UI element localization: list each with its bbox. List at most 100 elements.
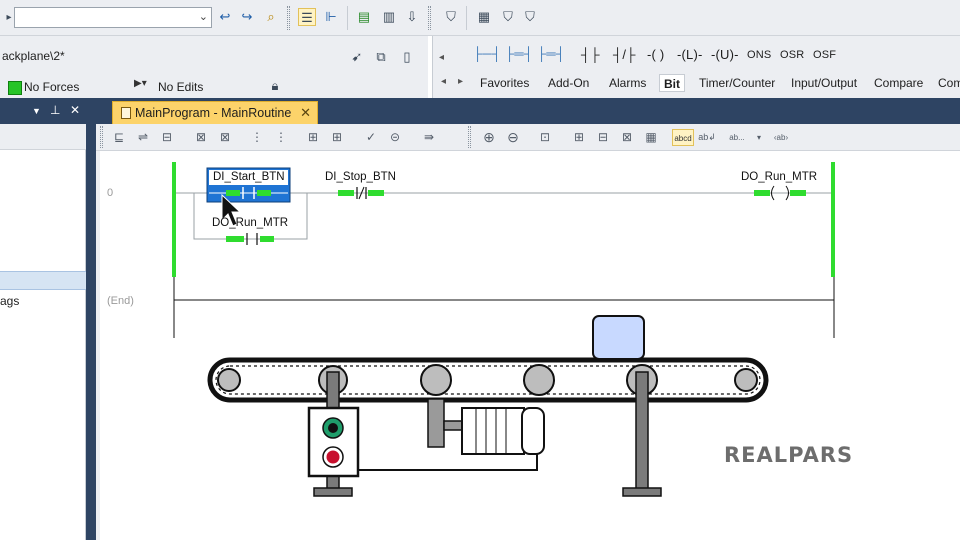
end-rung-label: (End) <box>107 295 134 307</box>
cancel-edits-icon[interactable]: ⊝ <box>386 129 404 146</box>
tabs-scroll-right-icon[interactable]: ▸ <box>458 76 463 87</box>
tab-favorites[interactable]: Favorites <box>476 74 533 92</box>
doc-icon[interactable]: ▥ <box>380 8 398 26</box>
xic-icon[interactable]: ┤├ <box>581 47 600 62</box>
pane-splitter[interactable] <box>86 98 96 540</box>
toolbar-grip[interactable] <box>287 6 290 30</box>
otu-icon[interactable]: -(U)- <box>711 47 739 62</box>
properties-icon[interactable]: ⊠ <box>618 129 636 146</box>
pin-icon[interactable]: ⊥ <box>50 103 60 117</box>
start-contact-tag[interactable]: DI_Start_BTN <box>213 171 285 183</box>
zoom-out-icon[interactable]: ⊖ <box>504 129 522 146</box>
cancel-rung-icon[interactable]: ⊠ <box>216 129 234 146</box>
tab-title: MainProgram - MainRoutine <box>135 106 292 120</box>
close-tab-icon[interactable]: ✕ <box>300 102 311 124</box>
palette-ins-osf[interactable]: OSF <box>813 49 836 61</box>
forces-dropdown-icon[interactable]: ▶▾ <box>134 78 147 89</box>
routine-combo[interactable]: ⌄ <box>14 7 212 28</box>
edits-status[interactable]: No Edits <box>158 78 258 96</box>
assemble-icon[interactable]: ✓ <box>362 129 380 146</box>
toolbar-grip[interactable] <box>100 126 103 148</box>
doc-check-icon[interactable]: ▤ <box>355 8 373 26</box>
tab-add-on[interactable]: Add-On <box>544 74 593 92</box>
controller-path-bar: ackplane\2* ➹ ⧉ ▯ <box>0 36 428 76</box>
chevron-down-icon: ⌄ <box>198 11 208 23</box>
display-mode-icon[interactable]: ab... <box>724 129 750 146</box>
forces-label: No Forces <box>24 80 80 94</box>
realpars-logo: REALPARS <box>724 443 854 467</box>
search-icon[interactable]: ⌕ <box>262 8 280 26</box>
download-icon[interactable]: ⇩ <box>403 8 421 26</box>
tab-alarms[interactable]: Alarms <box>605 74 650 92</box>
edit-rung-2-icon[interactable]: ⋮ <box>272 129 290 146</box>
edit-rung-icon[interactable]: ⋮ <box>248 129 266 146</box>
branch-insert-icon[interactable]: ⇌ <box>134 129 152 146</box>
seal-contact-tag[interactable]: DO_Run_MTR <box>212 217 288 229</box>
editor-gutter <box>96 151 100 540</box>
palette-scroll-left-icon[interactable]: ◂ <box>439 52 444 63</box>
tag-address-icon[interactable]: ab↲ <box>698 129 716 146</box>
toolbar-grip[interactable] <box>428 6 431 30</box>
ote-icon[interactable]: -( ) <box>647 47 664 62</box>
network-icon[interactable]: ⧉ <box>372 48 390 66</box>
edits-label: No Edits <box>158 80 204 94</box>
otl-icon[interactable]: -(L)- <box>677 47 703 62</box>
document-tabstrip: MainProgram - MainRoutine ✕ <box>96 98 960 124</box>
toolbar-grip[interactable] <box>468 126 471 148</box>
tree-icon[interactable]: ⊩ <box>322 8 340 26</box>
module-icon[interactable]: ▯ <box>398 48 416 66</box>
separator <box>466 6 467 30</box>
palette-ins-osr[interactable]: OSR <box>780 49 804 61</box>
print-icon[interactable]: ▦ <box>642 129 660 146</box>
tab-input-output[interactable]: Input/Output <box>787 74 861 92</box>
tabs-scroll-left-icon[interactable]: ◂ <box>441 76 446 87</box>
branch-level-icon[interactable]: ⊟ <box>158 129 176 146</box>
chevron-down-icon[interactable]: ▾ <box>750 129 768 146</box>
tag-description-icon[interactable]: abcd <box>672 129 694 146</box>
test-edits-icon[interactable]: ⊞ <box>304 129 322 146</box>
coil-tag[interactable]: DO_Run_MTR <box>741 171 817 183</box>
tab-bit[interactable]: Bit <box>659 74 685 92</box>
rung-icon[interactable]: ├═┤ <box>505 46 533 61</box>
branch-icon[interactable]: ├─┤ <box>473 46 501 61</box>
accept-rung-icon[interactable]: ⊠ <box>192 129 210 146</box>
find-icon[interactable]: ↪ <box>238 8 256 26</box>
tag-browse-icon[interactable]: ⊞ <box>570 129 588 146</box>
rung-number[interactable]: 0 <box>107 187 113 199</box>
pane-menu-icon[interactable]: ▼ <box>32 106 41 116</box>
go-to-icon[interactable]: ↩ <box>216 8 234 26</box>
verify-icon[interactable]: ☰ <box>298 8 316 26</box>
tab-main-routine[interactable]: MainProgram - MainRoutine ✕ <box>112 101 318 124</box>
separator <box>347 6 348 30</box>
untest-edits-icon[interactable]: ⊞ <box>328 129 346 146</box>
symbols-icon[interactable]: ‹ab› <box>770 129 792 146</box>
palette-ins-ons[interactable]: ONS <box>747 49 771 61</box>
rung-insert-icon[interactable]: ⊑ <box>110 129 128 146</box>
tab-timer-counter[interactable]: Timer/Counter <box>695 74 779 92</box>
forces-status[interactable]: No Forces <box>8 78 128 96</box>
organizer-header: ▼ ⊥ ✕ <box>0 98 86 124</box>
forces-indicator <box>8 81 22 95</box>
finalize-icon[interactable]: ⇛ <box>420 129 438 146</box>
tree-item-selected[interactable] <box>0 271 86 290</box>
branch-level-icon[interactable]: ├═┤ <box>537 46 565 61</box>
cross-ref-icon[interactable]: ⊟ <box>594 129 612 146</box>
routine-icon <box>121 107 131 119</box>
close-icon[interactable]: ✕ <box>70 103 80 117</box>
tab-compare[interactable]: Compare <box>870 74 927 92</box>
shield-icon[interactable]: ⛉ <box>442 8 460 26</box>
organizer-toolstrip <box>0 124 86 150</box>
pointer-icon[interactable]: ➹ <box>348 48 366 66</box>
ladder-toolbar: ⊑ ⇌ ⊟ ⊠ ⊠ ⋮ ⋮ ⊞ ⊞ ✓ ⊝ ⇛ ⊕ ⊖ ⊡ ⊞ ⊟ ⊠ ▦ ab… <box>96 124 960 151</box>
controller-path: ackplane\2* <box>2 49 65 63</box>
zoom-in-icon[interactable]: ⊕ <box>480 129 498 146</box>
xio-icon[interactable]: ┤/├ <box>613 47 636 62</box>
folders-icon[interactable]: ▦ <box>475 8 493 26</box>
shield-add-icon[interactable]: ⛉ <box>499 8 517 26</box>
tab-com[interactable]: Com <box>934 74 960 92</box>
stop-contact-tag[interactable]: DI_Stop_BTN <box>325 171 396 183</box>
fit-icon[interactable]: ⊡ <box>536 129 554 146</box>
shield-gear-icon[interactable]: ⛉ <box>521 8 539 26</box>
lock-icon[interactable]: 🔒︎ <box>266 77 284 95</box>
tree-item-tags[interactable]: ags <box>0 294 19 308</box>
